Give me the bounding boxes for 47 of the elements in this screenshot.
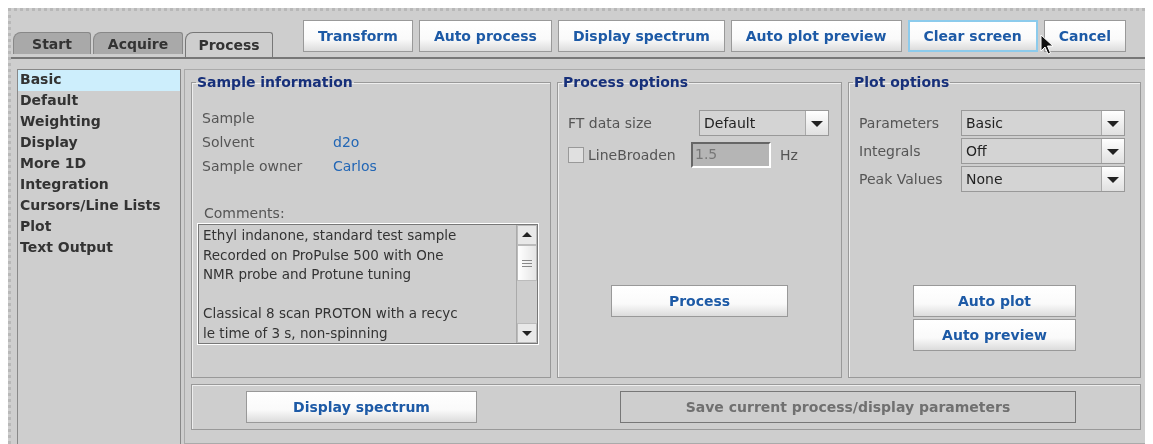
sidebar-item[interactable]: Default <box>18 91 180 112</box>
unit-label: Hz <box>780 147 798 163</box>
sidebar-item[interactable]: Text Output <box>18 238 180 259</box>
toolbar-button[interactable]: Auto plot preview <box>730 20 902 52</box>
toolbar-button[interactable]: Auto process <box>418 20 552 52</box>
sidebar-item[interactable]: More 1D <box>18 154 180 175</box>
sidebar-item[interactable]: Cursors/Line Lists <box>18 196 180 217</box>
dropdown[interactable]: Off <box>961 138 1125 164</box>
comments-field[interactable]: Ethyl indanone, standard test sample Recorded on ProPulse 500 with One NMR probe and Protune tuning Classical 8 scan PROTON with a recyc le time of 3 s, non-spinning <box>198 224 538 344</box>
group-title: Plot options <box>853 74 951 90</box>
sidebar-item[interactable]: Plot <box>18 217 180 238</box>
field-label: FT data size <box>568 115 653 131</box>
field-value: Carlos <box>333 158 378 174</box>
comment-line: Recorded on ProPulse 500 with One <box>203 245 445 265</box>
field-label: Sample <box>202 110 256 126</box>
field-label: Parameters <box>859 115 941 131</box>
comments-label: Comments: <box>204 205 286 221</box>
dropdown[interactable]: Default <box>699 110 829 136</box>
plot-button[interactable]: Auto preview <box>913 319 1076 351</box>
field-value: d2o <box>333 134 361 150</box>
comment-line: Classical 8 scan PROTON with a recyc <box>203 304 459 323</box>
group-title: Process options <box>562 74 690 90</box>
toolbar-button[interactable]: Transform <box>303 20 413 52</box>
field-label: Peak Values <box>859 171 944 187</box>
comment-line: Ethyl indanone, standard test sample <box>203 226 458 245</box>
process-button[interactable]: Process <box>611 285 788 317</box>
dropdown[interactable]: None <box>961 166 1125 192</box>
tab[interactable]: Process <box>185 32 273 57</box>
plot-button[interactable]: Auto plot <box>913 285 1076 317</box>
field-label: Integrals <box>859 143 922 159</box>
sidebar-item[interactable]: Display <box>18 133 180 154</box>
checkbox-label: LineBroaden <box>588 147 677 163</box>
toolbar-button[interactable]: Display spectrum <box>557 20 725 52</box>
comment-line: le time of 3 s, non-spinning <box>203 323 389 343</box>
toolbar-button[interactable]: Clear screen <box>907 20 1038 52</box>
comment-line: NMR probe and Protune tuning <box>203 265 413 284</box>
dropdown[interactable]: Basic <box>961 110 1125 136</box>
field-label: Solvent <box>202 134 256 150</box>
group-title: Sample information <box>196 74 354 90</box>
sidebar-item[interactable]: Integration <box>18 175 180 196</box>
sidebar-item[interactable]: Weighting <box>18 112 180 133</box>
tab[interactable]: Acquire <box>93 32 183 54</box>
field-label: Sample owner <box>202 158 304 174</box>
sidebar-item[interactable]: Basic <box>18 70 180 91</box>
tab[interactable]: Start <box>13 32 91 54</box>
toolbar-button[interactable]: Cancel <box>1043 20 1127 52</box>
action-button[interactable]: Display spectrum <box>246 391 477 423</box>
